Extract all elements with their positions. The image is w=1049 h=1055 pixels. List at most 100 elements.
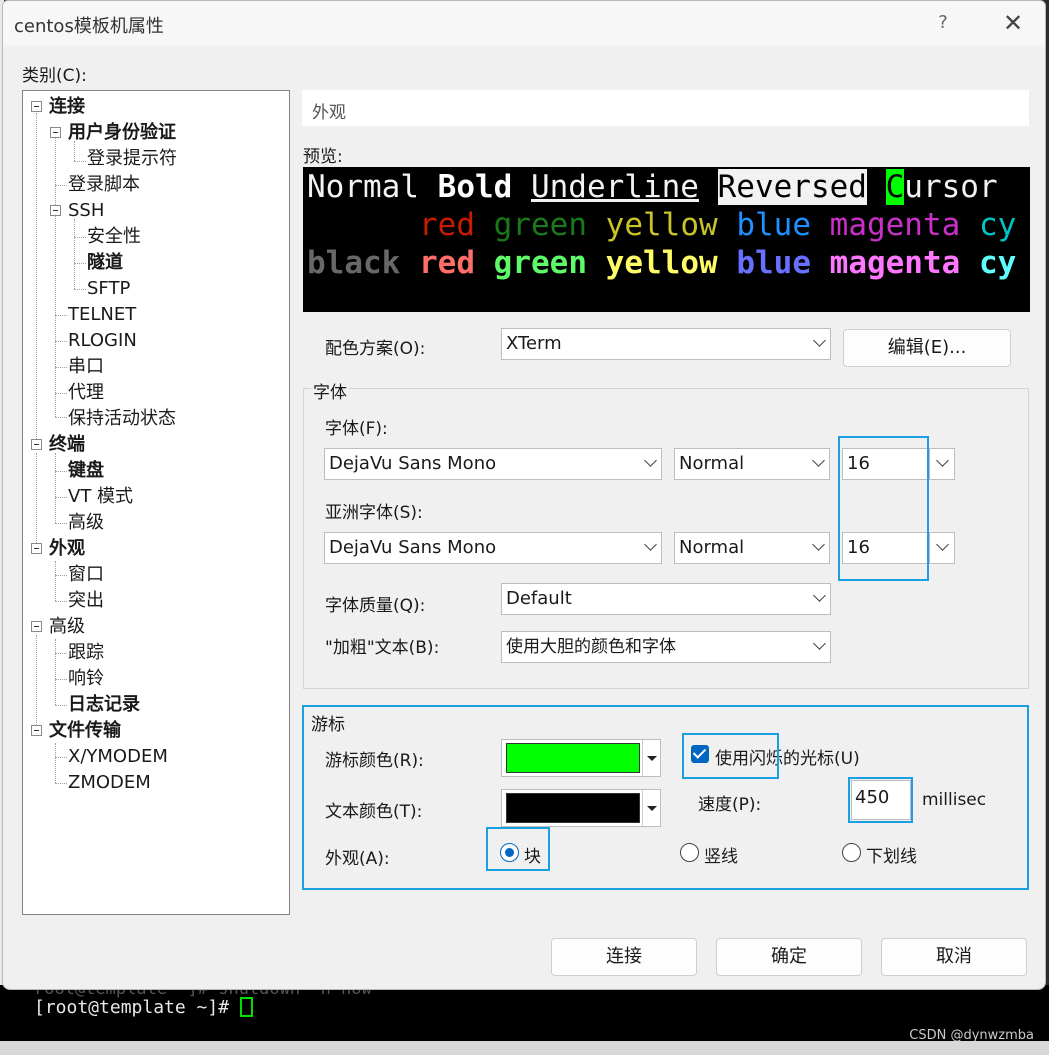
tree-item-vt-mode[interactable]: VT 模式 xyxy=(68,485,133,509)
asian-font-style-value: Normal xyxy=(679,537,745,558)
text-color-swatch xyxy=(506,793,640,823)
asian-font-select[interactable]: DejaVu Sans Mono xyxy=(324,532,662,564)
terminal-prompt: [root@template ~]# xyxy=(34,997,230,1018)
edit-scheme-button[interactable]: 编辑(E)... xyxy=(843,329,1011,367)
expander-icon[interactable] xyxy=(31,621,42,632)
tree-item-file-transfer[interactable]: 文件传输 xyxy=(49,719,121,743)
preview-color-word: cy xyxy=(978,207,1017,243)
preview-color-word: magenta xyxy=(829,245,961,281)
font-size-dropdown[interactable] xyxy=(929,448,955,480)
preview-normal: Normal xyxy=(307,169,419,205)
dropdown-arrow-icon xyxy=(642,790,660,826)
preview-color-word: blue xyxy=(736,245,811,281)
cursor-group-title: 游标 xyxy=(311,715,345,735)
title-bar: centos模板机属性 ? ✕ xyxy=(3,1,1045,45)
chevron-down-icon xyxy=(936,454,949,467)
font-select[interactable]: DejaVu Sans Mono xyxy=(324,448,662,480)
expander-icon[interactable] xyxy=(31,725,42,736)
dropdown-arrow-icon xyxy=(642,740,660,776)
chevron-down-icon xyxy=(812,538,825,551)
chevron-down-icon xyxy=(813,637,826,650)
tree-item-sftp[interactable]: SFTP xyxy=(87,277,130,301)
cursor-color-label: 游标颜色(R): xyxy=(325,751,424,771)
highlight-box-block xyxy=(486,827,550,871)
preview-color-word: magenta xyxy=(829,207,961,243)
expander-icon[interactable] xyxy=(50,127,61,138)
expander-icon[interactable] xyxy=(31,543,42,554)
tree-item-highlight[interactable]: 突出 xyxy=(68,589,104,613)
preview-cursor-rest: ursor xyxy=(904,169,998,205)
chevron-down-icon xyxy=(812,454,825,467)
ok-button[interactable]: 确定 xyxy=(716,938,862,976)
tree-item-appearance[interactable]: 外观 xyxy=(49,537,85,561)
tree-item-logging[interactable]: 日志记录 xyxy=(68,693,140,717)
bold-text-value: 使用大胆的颜色和字体 xyxy=(506,637,676,657)
tree-item-window[interactable]: 窗口 xyxy=(68,563,104,587)
preview-line-colors: red green yellow blue magenta cy xyxy=(307,207,1016,243)
text-color-label: 文本颜色(T): xyxy=(325,802,423,822)
tree-item-terminal-advanced[interactable]: 高级 xyxy=(68,511,104,535)
tree-item-proxy[interactable]: 代理 xyxy=(68,381,104,405)
tree-item-connection[interactable]: 连接 xyxy=(49,95,85,119)
tree-item-terminal[interactable]: 终端 xyxy=(49,433,85,457)
tree-item-telnet[interactable]: TELNET xyxy=(68,303,136,327)
chevron-down-icon xyxy=(813,334,826,347)
asian-font-style-select[interactable]: Normal xyxy=(674,532,830,564)
bold-text-select[interactable]: 使用大胆的颜色和字体 xyxy=(501,631,831,663)
cursor-color-picker[interactable] xyxy=(501,739,661,777)
help-button[interactable]: ? xyxy=(925,7,961,39)
highlight-box-speed xyxy=(848,777,913,823)
font-style-select[interactable]: Normal xyxy=(674,448,830,480)
preview-line-styles: Normal Bold Underline Reversed Cursor xyxy=(307,169,998,205)
asian-font-label: 亚洲字体(S): xyxy=(325,503,423,523)
tree-item-advanced[interactable]: 高级 xyxy=(49,615,85,639)
expander-icon[interactable] xyxy=(50,205,61,216)
tree-item-ssh[interactable]: SSH xyxy=(68,199,104,223)
expander-icon[interactable] xyxy=(31,101,42,112)
font-group-title: 字体 xyxy=(311,378,349,403)
window-title: centos模板机属性 xyxy=(14,16,164,37)
text-color-picker[interactable] xyxy=(501,789,661,827)
appearance-label: 外观(A): xyxy=(325,849,390,869)
section-title: 外观 xyxy=(302,90,1029,126)
asian-font-size-dropdown[interactable] xyxy=(929,532,955,564)
highlight-box-blink xyxy=(682,733,779,779)
category-tree[interactable]: 连接 用户身份验证 登录提示符 登录脚本 SSH 安全性 隧道 SFTP TEL… xyxy=(22,90,290,915)
tree-item-login-prompt[interactable]: 登录提示符 xyxy=(87,147,177,171)
font-quality-value: Default xyxy=(506,588,572,609)
tree-item-zmodem[interactable]: ZMODEM xyxy=(68,771,151,795)
tree-item-bell[interactable]: 响铃 xyxy=(68,667,104,691)
tree-item-login-script[interactable]: 登录脚本 xyxy=(68,173,140,197)
tree-item-serial[interactable]: 串口 xyxy=(68,355,104,379)
background-terminal: root@template ~]# shutdown -h now [root@… xyxy=(0,979,1049,1055)
tree-item-tunnel[interactable]: 隧道 xyxy=(87,251,123,275)
tree-item-auth[interactable]: 用户身份验证 xyxy=(68,121,176,145)
tree-item-keepalive[interactable]: 保持活动状态 xyxy=(68,407,176,431)
font-value: DejaVu Sans Mono xyxy=(329,453,497,474)
preview-cursor-char: C xyxy=(885,169,905,205)
tree-item-security[interactable]: 安全性 xyxy=(87,225,141,249)
connect-button[interactable]: 连接 xyxy=(551,938,697,976)
terminal-cursor xyxy=(240,997,253,1017)
radio-underline-label[interactable]: 下划线 xyxy=(866,842,917,867)
radio-vertical-line[interactable] xyxy=(680,843,699,862)
preview-color-word: red xyxy=(419,245,475,281)
chevron-down-icon xyxy=(644,454,657,467)
preview-color-word: blue xyxy=(736,207,811,243)
font-quality-select[interactable]: Default xyxy=(501,583,831,615)
preview-reversed: Reversed xyxy=(717,169,867,205)
preview-bold: Bold xyxy=(437,169,513,205)
tree-item-trace[interactable]: 跟踪 xyxy=(68,641,104,665)
cursor-color-swatch xyxy=(506,743,640,773)
cancel-button[interactable]: 取消 xyxy=(881,938,1027,976)
tree-item-rlogin[interactable]: RLOGIN xyxy=(68,329,137,353)
preview-color-word: red xyxy=(419,207,475,243)
color-scheme-select[interactable]: XTerm xyxy=(501,328,831,360)
tree-item-keyboard[interactable]: 键盘 xyxy=(68,459,104,483)
close-button[interactable]: ✕ xyxy=(993,7,1033,39)
tree-item-xymodem[interactable]: X/YMODEM xyxy=(68,745,168,769)
expander-icon[interactable] xyxy=(31,439,42,450)
radio-vertical-line-label[interactable]: 竖线 xyxy=(704,842,738,867)
speed-unit: millisec xyxy=(922,790,987,810)
radio-underline[interactable] xyxy=(842,843,861,862)
